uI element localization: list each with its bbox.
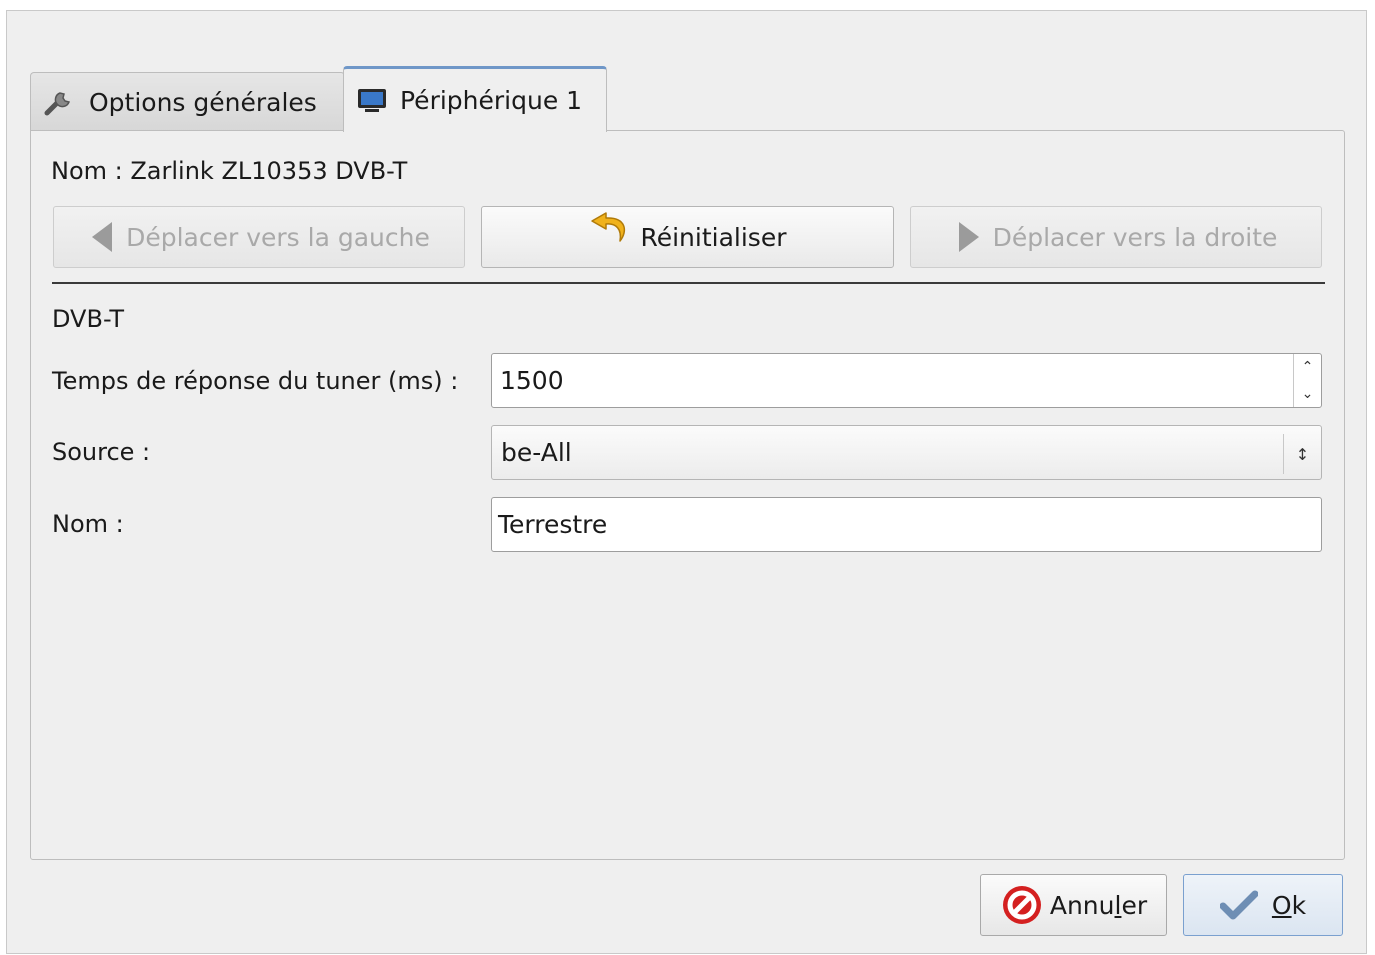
ok-button[interactable]: Ok [1183,874,1343,936]
move-left-button[interactable]: Déplacer vers la gauche [53,206,465,268]
source-label: Source : [52,438,151,466]
dialog-window: Options générales Périphérique 1 Nom : Z… [6,10,1367,954]
tuner-timeout-value: 1500 [500,366,564,395]
updown-chevron-icon: ↕ [1283,434,1321,474]
separator [52,282,1325,284]
arrow-left-icon [88,220,116,254]
name-value: Terrestre [498,510,608,539]
arrow-right-icon [955,220,983,254]
cancel-icon [1000,883,1044,927]
move-left-label: Déplacer vers la gauche [126,222,430,252]
reset-label: Réinitialiser [640,222,787,252]
spin-up-icon[interactable]: ⌃ [1294,354,1321,381]
cancel-label: Annuler [1049,890,1148,920]
move-right-button[interactable]: Déplacer vers la droite [910,206,1322,268]
tuner-timeout-spinbox[interactable]: 1500 ⌃ ⌄ [491,353,1322,408]
tuner-timeout-label: Temps de réponse du tuner (ms) : [52,367,459,395]
undo-icon [588,207,636,249]
tab-device-label: Périphérique 1 [400,86,583,115]
name-label: Nom : [52,510,124,538]
device-panel: Nom : Zarlink ZL10353 DVB-T Déplacer ver… [30,130,1345,860]
monitor-icon [356,87,388,115]
name-input[interactable]: Terrestre [491,497,1322,552]
source-select[interactable]: be-All ↕ [491,425,1322,480]
device-name-line: Nom : Zarlink ZL10353 DVB-T [51,157,408,185]
move-right-label: Déplacer vers la droite [992,222,1278,252]
tab-general-label: Options générales [89,87,317,117]
section-title: DVB-T [52,305,125,333]
spin-buttons: ⌃ ⌄ [1293,354,1321,407]
tab-general-options[interactable]: Options générales [30,72,345,131]
tab-device-1[interactable]: Périphérique 1 [343,66,607,132]
source-value: be-All [501,438,572,467]
ok-label: Ok [1271,890,1307,920]
spin-down-icon[interactable]: ⌄ [1294,381,1321,408]
checkmark-icon [1219,890,1258,920]
reset-button[interactable]: Réinitialiser [481,206,894,268]
cancel-button[interactable]: Annuler [980,874,1167,936]
wrench-icon [43,87,77,117]
